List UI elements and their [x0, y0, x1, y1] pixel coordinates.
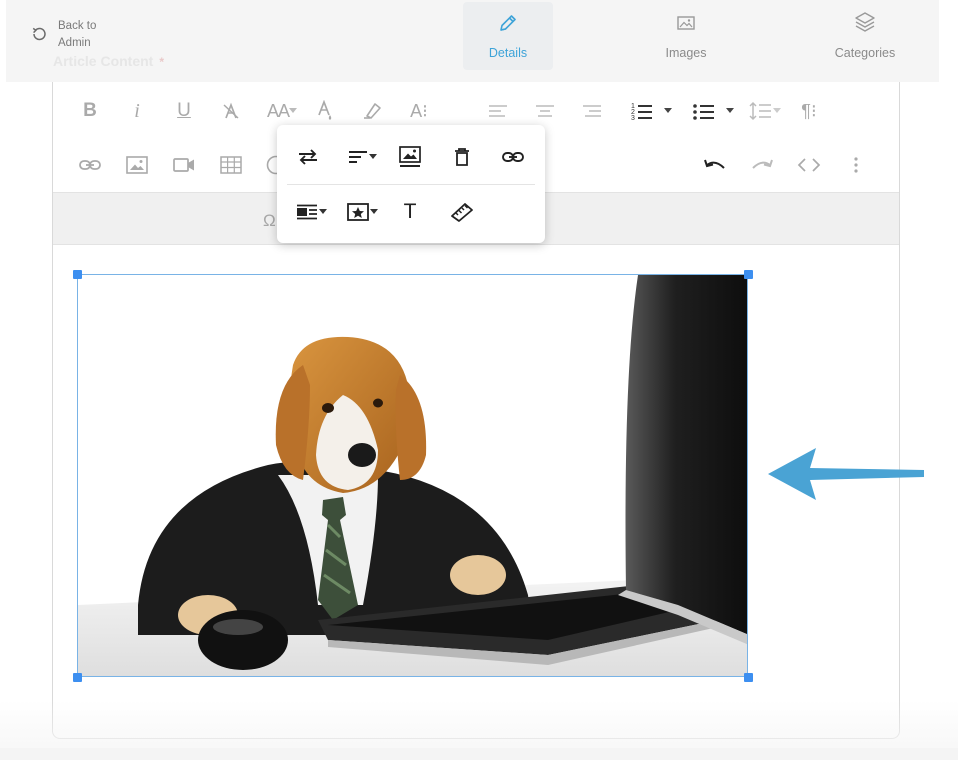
chevron-down-icon	[726, 108, 734, 113]
paragraph-format-button[interactable]: ¶⁝	[794, 98, 824, 124]
font-size-button[interactable]: AA	[261, 98, 303, 124]
replace-image-icon	[299, 149, 317, 165]
underline-button[interactable]: U	[169, 98, 199, 124]
popup-divider	[287, 184, 535, 185]
align-left-button[interactable]	[483, 98, 513, 124]
article-content-label: Article Content *	[53, 53, 165, 69]
required-mark: *	[159, 55, 165, 69]
back-to-admin-link[interactable]: Back to Admin	[30, 18, 118, 52]
insert-link-icon	[79, 160, 101, 170]
insert-image-icon	[126, 156, 148, 174]
replace-image-button[interactable]	[290, 143, 326, 171]
clear-formatting-button[interactable]	[216, 98, 246, 124]
image-style-button[interactable]	[340, 198, 384, 226]
chevron-down-icon	[289, 108, 297, 113]
align-right-icon	[583, 105, 601, 117]
alt-text-icon: T	[403, 200, 417, 223]
insert-video-icon	[173, 158, 194, 172]
selected-image[interactable]	[77, 274, 748, 677]
image-display-icon	[297, 204, 317, 220]
unordered-list-button[interactable]	[687, 98, 739, 124]
top-navigation: Back to Admin Article Content * Details I…	[6, 0, 939, 82]
image-caption-button[interactable]	[392, 143, 428, 171]
clear-format-icon	[223, 102, 239, 119]
tab-categories[interactable]: Categories	[820, 2, 910, 70]
align-right-button[interactable]	[577, 98, 607, 124]
alt-text-button[interactable]: T	[392, 198, 428, 226]
code-view-button[interactable]	[794, 152, 824, 178]
image-style-icon	[347, 203, 369, 221]
tab-details[interactable]: Details	[463, 2, 553, 70]
trash-icon	[455, 148, 469, 166]
tab-categories-label: Categories	[834, 46, 896, 60]
back-to-admin-label: Back to Admin	[58, 20, 97, 49]
undo-button[interactable]	[700, 152, 730, 178]
image-align-icon	[349, 151, 367, 163]
remove-image-button[interactable]	[444, 143, 480, 171]
align-center-button[interactable]	[530, 98, 560, 124]
italic-icon: i	[134, 99, 140, 122]
change-size-button[interactable]	[444, 198, 480, 226]
resize-handle-top-right[interactable]	[744, 270, 753, 279]
ordered-list-button[interactable]: 1 2 3	[625, 98, 677, 124]
image-align-button[interactable]	[340, 143, 384, 171]
highlight-button[interactable]	[357, 98, 387, 124]
paragraph-style-button[interactable]: A⁝	[404, 98, 434, 124]
redo-icon	[752, 159, 773, 169]
bold-button[interactable]: B	[75, 98, 105, 124]
svg-text:3: 3	[631, 115, 635, 121]
image-display-button[interactable]	[289, 198, 333, 226]
line-height-icon	[749, 101, 771, 121]
bold-icon: B	[83, 100, 97, 121]
italic-button[interactable]: i	[122, 98, 152, 124]
image-edit-popup: T	[277, 125, 545, 243]
unordered-list-icon	[693, 104, 714, 120]
insert-link-button[interactable]	[75, 152, 105, 178]
line-height-button[interactable]	[743, 98, 787, 124]
align-center-icon	[536, 105, 554, 117]
resize-handle-bottom-right[interactable]	[744, 673, 753, 682]
ordered-list-icon: 1 2 3	[631, 103, 652, 121]
pencil-icon	[500, 15, 516, 31]
redo-button[interactable]	[747, 152, 777, 178]
chevron-down-icon	[773, 108, 781, 113]
paragraph-format-icon: ¶⁝	[801, 100, 817, 121]
image-caption-icon	[399, 146, 421, 167]
text-color-icon	[318, 100, 332, 120]
photo-dog-laptop	[78, 275, 747, 676]
history-icon	[32, 27, 46, 41]
font-size-icon: AA	[266, 100, 290, 121]
bottom-bar	[0, 748, 958, 760]
chevron-down-icon	[319, 209, 327, 214]
insert-video-button[interactable]	[169, 152, 199, 178]
chevron-down-icon	[370, 209, 378, 214]
ruler-icon	[451, 203, 473, 222]
more-button[interactable]	[841, 152, 871, 178]
undo-icon	[704, 159, 725, 169]
resize-handle-top-left[interactable]	[73, 270, 82, 279]
chevron-down-icon	[664, 108, 672, 113]
image-link-icon	[502, 152, 524, 162]
chevron-down-icon	[369, 154, 377, 159]
align-left-icon	[489, 105, 507, 117]
code-view-icon	[797, 158, 821, 172]
more-icon	[854, 157, 858, 173]
paragraph-style-icon: A⁝	[410, 100, 428, 121]
underline-icon: U	[177, 100, 191, 121]
insert-table-button[interactable]	[216, 152, 246, 178]
resize-handle-bottom-left[interactable]	[73, 673, 82, 682]
annotation-arrow-icon	[768, 448, 924, 500]
tab-details-label: Details	[488, 46, 528, 60]
image-link-button[interactable]	[495, 143, 531, 171]
special-characters-icon[interactable]: Ω	[263, 211, 276, 231]
highlighter-icon	[364, 103, 381, 119]
text-color-button[interactable]	[310, 98, 340, 124]
tab-images[interactable]: Images	[641, 2, 731, 70]
layers-icon	[855, 12, 875, 32]
tab-images-label: Images	[665, 46, 707, 60]
insert-image-button[interactable]	[122, 152, 152, 178]
page: Back to Admin Article Content * Details I…	[0, 0, 958, 760]
image-icon	[677, 16, 695, 30]
insert-table-icon	[220, 156, 242, 174]
